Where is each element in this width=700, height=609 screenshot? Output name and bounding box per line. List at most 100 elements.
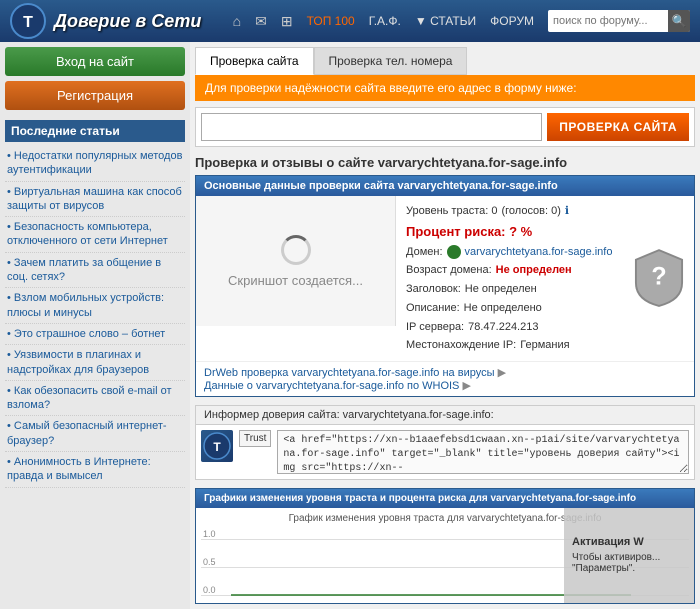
sidebar-article-link[interactable]: Безопасность компьютера, отключенного от… xyxy=(7,221,168,247)
result-title: Проверка и отзывы о сайте varvarychtetya… xyxy=(195,155,695,170)
info-bar: Для проверки надёжности сайта введите ег… xyxy=(195,75,695,101)
check-site-button[interactable]: ПРОВЕРКА САЙТА xyxy=(547,113,689,141)
data-panel-header: Основные данные проверки сайта varvarych… xyxy=(196,176,694,196)
description-row: Описание: Не определено xyxy=(406,299,614,318)
header: Т Доверие в Сети ⌂ ✉ ⊞ ТОП 100 Г.А.Ф. ▼ … xyxy=(0,0,700,42)
domain-icon xyxy=(447,245,461,259)
informer-logo-icon: Т xyxy=(203,432,231,460)
header-row: Заголовок: Не определен xyxy=(406,280,614,299)
sidebar-article-link[interactable]: Самый безопасный интернет-браузер? xyxy=(7,420,167,446)
nav-top100[interactable]: ТОП 100 xyxy=(307,14,355,28)
sidebar-articles-list: Недостатки популярных методов аутентифик… xyxy=(5,146,185,488)
graph-section: Графики изменения уровня траста и процен… xyxy=(195,488,695,604)
screenshot-text: Скриншот создается... xyxy=(228,273,363,288)
site-title: Доверие в Сети xyxy=(54,11,201,32)
graph-body: График изменения уровня траста для varva… xyxy=(196,508,694,603)
sidebar-article-link[interactable]: Взлом мобильных устройств: плюсы и минус… xyxy=(7,292,164,318)
domain-value: varvarychtetyana.for-sage.info xyxy=(465,243,613,262)
whois-arrow: ▶ xyxy=(462,380,470,392)
svg-text:Т: Т xyxy=(213,440,221,454)
data-panel: Основные данные проверки сайта varvarych… xyxy=(195,175,695,397)
activation-title: Активация W xyxy=(572,536,686,548)
sidebar-article-link[interactable]: Как обезопасить свой e-mail от взлома? xyxy=(7,385,172,411)
sidebar-article-item: Это страшное слово – ботнет xyxy=(5,324,185,345)
screenshot-area: Скриншот создается... xyxy=(196,196,396,326)
sidebar-article-link[interactable]: Анонимность в Интернете: правда и вымысе… xyxy=(7,456,151,482)
graph-label-3: 0.0 xyxy=(203,585,216,595)
sidebar-article-item: Зачем платить за общение в соц. сетях? xyxy=(5,253,185,289)
sidebar-article-item: Самый безопасный интернет-браузер? xyxy=(5,416,185,452)
graph-label-1: 1.0 xyxy=(203,529,216,539)
sidebar-article-link[interactable]: Уязвимости в плагинах и надстройках для … xyxy=(7,349,149,375)
url-input[interactable] xyxy=(201,113,542,141)
url-input-area: ПРОВЕРКА САЙТА xyxy=(195,107,695,147)
graph-header: Графики изменения уровня траста и процен… xyxy=(196,489,694,508)
sidebar-article-item: Виртуальная машина как способ защиты от … xyxy=(5,182,185,218)
grid-icon[interactable]: ⊞ xyxy=(281,13,293,30)
info-icon[interactable]: ℹ xyxy=(565,202,569,221)
trust-badge-text: Trust xyxy=(239,430,271,447)
trust-count: (голосов: 0) xyxy=(501,202,560,221)
trust-level-label: Уровень траста: 0 xyxy=(406,202,497,221)
activation-text: Чтобы активиров... "Параметры". xyxy=(572,552,686,574)
header-value: Не определен xyxy=(465,280,537,299)
whois-link[interactable]: Данные о varvarychtetyana.for-sage.info … xyxy=(204,380,459,392)
mail-icon[interactable]: ✉ xyxy=(255,13,267,30)
description-value: Не определено xyxy=(464,299,542,318)
logo-icon: Т xyxy=(10,3,46,39)
description-label: Описание: xyxy=(406,299,460,318)
shield-icon-area: ? xyxy=(624,196,694,361)
svg-text:?: ? xyxy=(651,263,666,291)
nav-articles[interactable]: ▼ СТАТЬИ xyxy=(415,14,476,28)
whois-link-row: Данные о varvarychtetyana.for-sage.info … xyxy=(204,379,686,392)
graph-label-2: 0.5 xyxy=(203,557,216,567)
header-label: Заголовок: xyxy=(406,280,461,299)
informer-code[interactable] xyxy=(277,430,689,474)
main-layout: Вход на сайт Регистрация Последние стать… xyxy=(0,42,700,609)
links-section: DrWeb проверка varvarychtetyana.for-sage… xyxy=(196,361,694,396)
informer-section: Информер доверия сайта: varvarychtetyana… xyxy=(195,405,695,480)
nav-faq[interactable]: Г.А.Ф. xyxy=(369,14,401,28)
sidebar-article-link[interactable]: Это страшное слово – ботнет xyxy=(14,328,165,340)
ip-row: IP сервера: 78.47.224.213 xyxy=(406,318,614,337)
antivirus-arrow: ▶ xyxy=(498,367,506,379)
age-row: Возраст домена: Не определен xyxy=(406,261,614,280)
home-icon[interactable]: ⌂ xyxy=(233,13,241,29)
informer-body: Т Trust xyxy=(196,425,694,479)
ip-label: IP сервера: xyxy=(406,318,464,337)
nav-area: ⌂ ✉ ⊞ ТОП 100 Г.А.Ф. ▼ СТАТЬИ ФОРУМ 🔍 xyxy=(233,10,690,32)
sidebar-article-link[interactable]: Зачем платить за общение в соц. сетях? xyxy=(7,257,161,283)
register-button[interactable]: Регистрация xyxy=(5,81,185,110)
tab-check-phone[interactable]: Проверка тел. номера xyxy=(314,47,468,75)
sidebar-article-item: Анонимность в Интернете: правда и вымысе… xyxy=(5,452,185,488)
trust-badge: Trust xyxy=(239,430,271,447)
domain-label: Домен: xyxy=(406,243,443,262)
search-input[interactable] xyxy=(548,15,668,27)
search-button[interactable]: 🔍 xyxy=(668,10,690,32)
sidebar-article-item: Недостатки популярных методов аутентифик… xyxy=(5,146,185,182)
antivirus-link[interactable]: DrWeb проверка varvarychtetyana.for-sage… xyxy=(204,367,495,379)
sidebar-article-link[interactable]: Недостатки популярных методов аутентифик… xyxy=(7,150,182,176)
age-label: Возраст домена: xyxy=(406,261,492,280)
sidebar-article-item: Как обезопасить свой e-mail от взлома? xyxy=(5,381,185,417)
trust-level-row: Уровень траста: 0 (голосов: 0) ℹ xyxy=(406,202,614,221)
tab-check-site[interactable]: Проверка сайта xyxy=(195,47,314,75)
sidebar-article-item: Уязвимости в плагинах и надстройках для … xyxy=(5,345,185,381)
login-button[interactable]: Вход на сайт xyxy=(5,47,185,76)
sidebar-article-link[interactable]: Виртуальная машина как способ защиты от … xyxy=(7,186,182,212)
svg-text:Т: Т xyxy=(23,14,33,31)
activation-overlay: Активация W Чтобы активиров... "Параметр… xyxy=(564,508,694,603)
percent-risk-value: Процент риска: ? % xyxy=(406,221,532,243)
informer-header: Информер доверия сайта: varvarychtetyana… xyxy=(196,406,694,425)
antivirus-link-row: DrWeb проверка varvarychtetyana.for-sage… xyxy=(204,366,686,379)
location-row: Местонахождение IP: Германия xyxy=(406,336,614,355)
shield-icon: ? xyxy=(634,247,684,309)
sidebar-article-item: Безопасность компьютера, отключенного от… xyxy=(5,217,185,253)
age-value: Не определен xyxy=(496,261,572,280)
search-box: 🔍 xyxy=(548,10,690,32)
tabs: Проверка сайта Проверка тел. номера xyxy=(195,47,695,75)
sidebar-article-item: Взлом мобильных устройств: плюсы и минус… xyxy=(5,288,185,324)
location-label: Местонахождение IP: xyxy=(406,336,516,355)
info-fields: Уровень траста: 0 (голосов: 0) ℹ Процент… xyxy=(396,196,624,361)
nav-forum[interactable]: ФОРУМ xyxy=(490,14,534,28)
